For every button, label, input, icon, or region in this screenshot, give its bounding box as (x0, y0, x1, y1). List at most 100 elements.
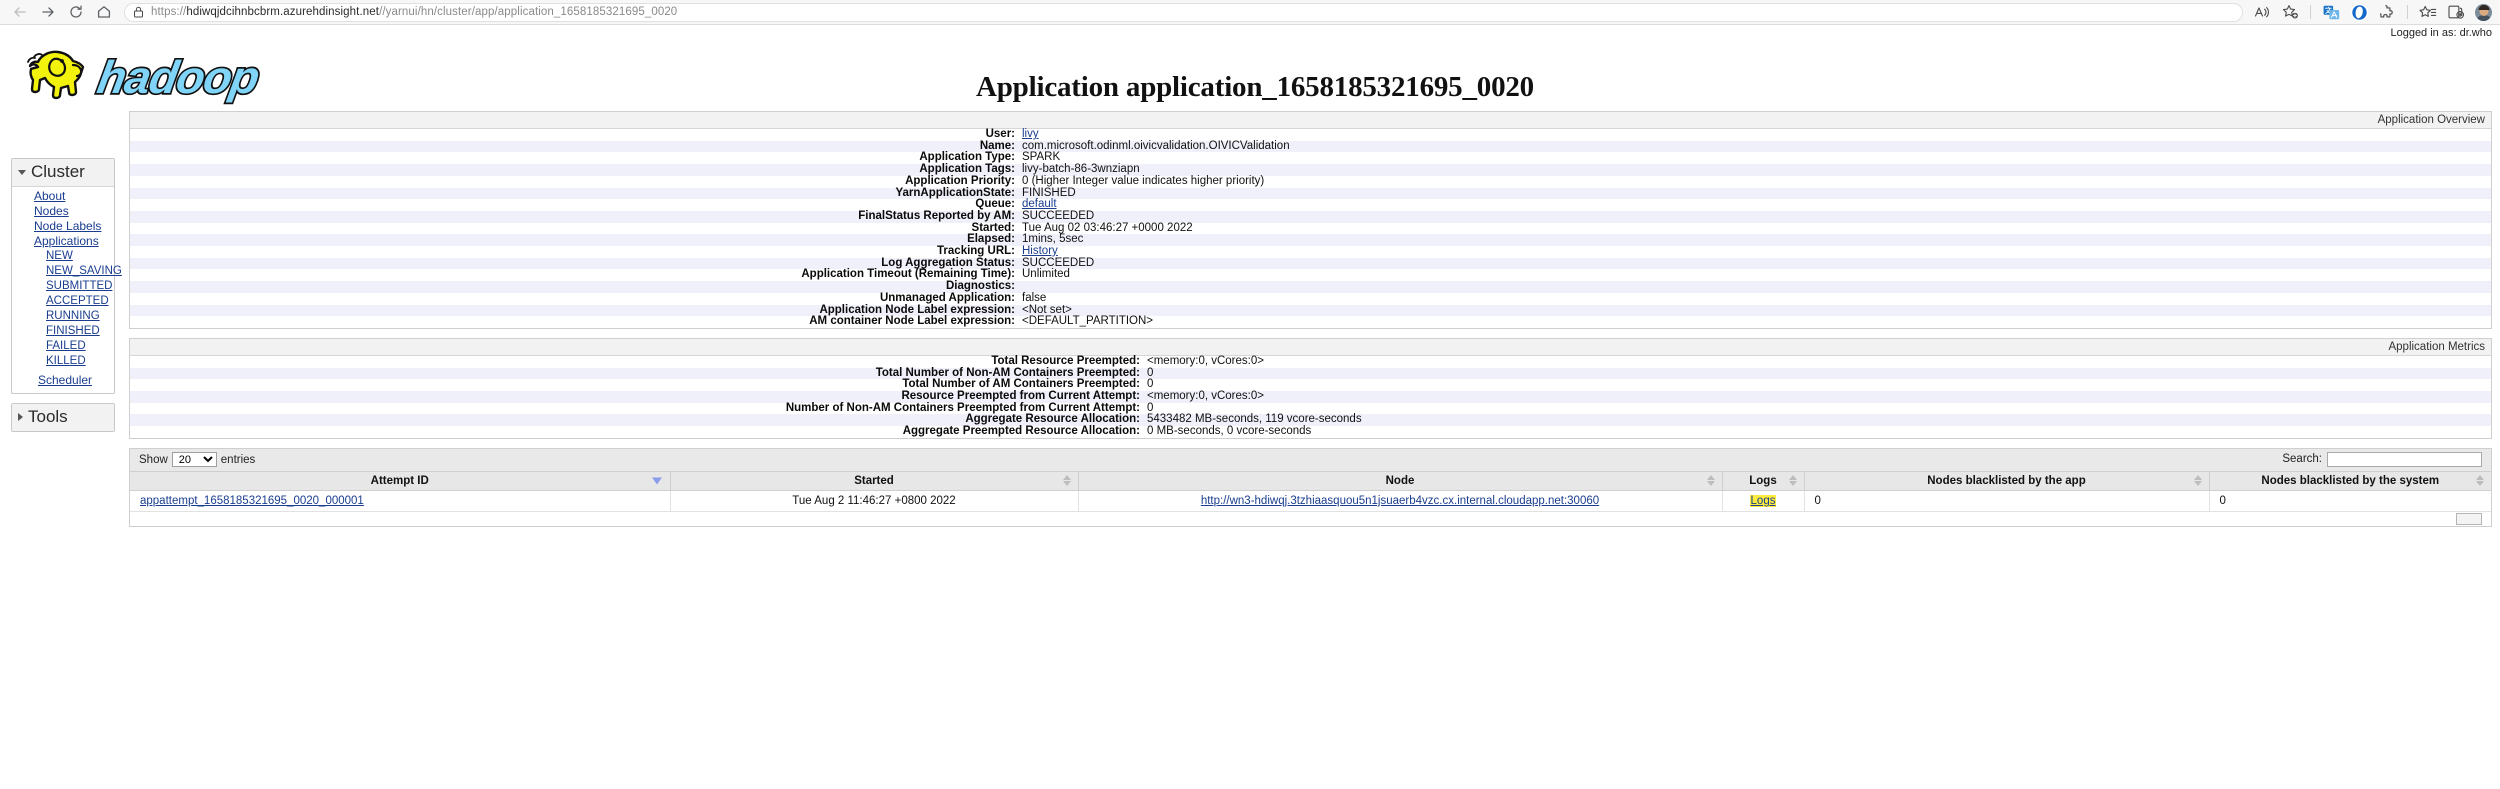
cell-blacklisted-app: 0 (1803, 490, 2209, 512)
row-key: AM container Node Label expression: (809, 315, 1015, 328)
column-header-label: Logs (1749, 474, 1777, 487)
forward-arrow-icon[interactable] (34, 1, 62, 23)
application-metrics-table: Total Resource Preempted: <memory:0, vCor… (130, 354, 2491, 438)
column-header-label: Nodes blacklisted by the system (2261, 474, 2440, 487)
table-row: Application Priority: 0 (Higher Integer v… (130, 174, 2491, 188)
sidebar-item-state-killed[interactable]: KILLED (12, 354, 114, 369)
add-favorite-star-icon[interactable] (2277, 1, 2303, 23)
table-row: AM container Node Label expression: <DEFA… (130, 316, 2491, 328)
table-row: Queue: default (130, 198, 2491, 211)
row-value: SPARK (1022, 151, 1061, 164)
chevron-down-icon (18, 169, 26, 175)
cluster-panel-body: About Nodes Node Labels Applications NEW… (12, 187, 122, 393)
favorites-list-icon[interactable] (2415, 1, 2441, 23)
table-row: Unmanaged Application: false (130, 292, 2491, 305)
row-value: FINISHED (1022, 186, 1076, 199)
column-header-label: Attempt ID (370, 474, 429, 487)
datatable-footer (130, 511, 2491, 526)
sidebar-item-about[interactable]: About (12, 189, 114, 204)
sidebar-item-state-new-saving[interactable]: NEW_SAVING (12, 264, 122, 279)
row-value-link[interactable]: History (1022, 245, 1058, 257)
table-row: Resource Preempted from Current Attempt:… (130, 390, 2491, 403)
row-value: 0 (Higher Integer value indicates higher… (1022, 174, 1265, 187)
column-header[interactable]: Attempt ID (130, 470, 670, 491)
reload-icon[interactable] (62, 1, 90, 23)
row-key: Aggregate Preempted Resource Allocation: (902, 425, 1140, 438)
entries-label: entries (220, 453, 256, 466)
row-key: Elapsed: (967, 233, 1015, 246)
attempt-id-link[interactable]: appattempt_1658185321695_0020_000001 (140, 495, 364, 507)
collections-add-icon[interactable] (2443, 1, 2469, 23)
row-key: Tracking URL: (937, 245, 1015, 258)
row-key: Started: (971, 221, 1015, 234)
search-input[interactable] (2327, 451, 2482, 467)
node-link[interactable]: http://wn3-hdiwqj.3tzhiaasquou5n1jsuaerb… (1201, 495, 1599, 507)
application-metrics-caption: Application Metrics (130, 338, 2491, 356)
table-row: Elapsed: 1mins, 5sec (130, 233, 2491, 247)
sort-both-icon (1062, 475, 1072, 487)
address-bar[interactable]: https://hdiwqjdcihnbcbrm.azurehdinsight.… (124, 2, 2243, 22)
row-value: Tue Aug 02 03:46:27 +0000 2022 (1022, 221, 1193, 234)
row-value-link[interactable]: livy (1022, 128, 1039, 140)
logged-in-label: Logged in as: dr.who (2390, 27, 2492, 39)
sidebar-item-applications[interactable]: Applications (12, 234, 114, 249)
sidebar-item-state-new[interactable]: NEW (12, 249, 114, 264)
pagination-control[interactable] (2456, 512, 2482, 525)
sort-both-icon (2193, 475, 2203, 487)
cluster-panel-title: Cluster (31, 162, 85, 181)
toolbar-divider-2 (2407, 5, 2408, 19)
attempts-table: Attempt ID Started Node Logs Nodes blacklist… (130, 470, 2491, 512)
sort-both-icon (2476, 475, 2485, 487)
page-length-select[interactable]: 20406080100 (171, 452, 217, 468)
row-value: <Not set> (1022, 303, 1072, 316)
column-header[interactable]: Nodes blacklisted by the system (2208, 470, 2491, 491)
browser-essentials-icon[interactable] (2346, 1, 2372, 23)
row-key: Application Tags: (919, 163, 1015, 176)
cluster-panel-header[interactable]: Cluster (12, 159, 114, 187)
read-aloud-icon[interactable] (2249, 1, 2275, 23)
logs-link[interactable]: Logs (1749, 494, 1777, 507)
row-value: Unlimited (1022, 268, 1070, 281)
sidebar-item-scheduler[interactable]: Scheduler (12, 373, 114, 388)
column-header[interactable]: Nodes blacklisted by the app (1803, 470, 2209, 491)
back-arrow-icon[interactable] (6, 1, 34, 23)
column-header[interactable]: Node (1077, 470, 1722, 491)
page-length-control: Show 20406080100 entries (139, 452, 256, 468)
row-value-link[interactable]: default (1022, 198, 1057, 210)
tools-panel-title: Tools (28, 407, 68, 426)
browser-actions (2249, 1, 2494, 23)
sidebar-item-state-submitted[interactable]: SUBMITTED (12, 279, 114, 294)
sidebar-item-state-failed[interactable]: FAILED (12, 339, 114, 354)
row-value: 0 (1147, 366, 1154, 379)
row-value: <memory:0, vCores:0> (1147, 354, 1264, 367)
cell-blacklisted-system: 0 (2208, 490, 2491, 512)
row-key: Resource Preempted from Current Attempt: (901, 390, 1140, 403)
sidebar-item-state-running[interactable]: RUNNING (12, 309, 114, 324)
home-icon[interactable] (90, 1, 118, 23)
tools-panel: Tools (11, 403, 115, 432)
row-key: Application Timeout (Remaining Time): (801, 268, 1015, 281)
table-row: Name: com.microsoft.odinml.oivicvalidatio… (130, 140, 2491, 153)
table-row: Application Type: SPARK (130, 152, 2491, 164)
sidebar-item-state-finished[interactable]: FINISHED (12, 324, 114, 339)
row-key: YarnApplicationState: (895, 186, 1016, 199)
table-row: appattempt_1658185321695_0020_000001 Tue … (130, 490, 2491, 512)
datatable-controls: Show 20406080100 entries Search: (130, 448, 2491, 471)
table-row: Log Aggregation Status: SUCCEEDED (130, 257, 2491, 270)
translate-icon[interactable] (2318, 1, 2344, 23)
row-key: Application Type: (919, 151, 1015, 164)
row-value: <memory:0, vCores:0> (1147, 390, 1264, 403)
sidebar-item-nodes[interactable]: Nodes (12, 204, 114, 219)
profile-avatar[interactable] (2475, 3, 2492, 21)
tools-panel-header[interactable]: Tools (12, 404, 114, 431)
row-value: livy (1020, 128, 2491, 141)
column-header[interactable]: Started (669, 470, 1078, 491)
sidebar-item-state-accepted[interactable]: ACCEPTED (12, 294, 114, 309)
column-header[interactable]: Logs (1721, 470, 1804, 491)
row-key: Total Resource Preempted: (991, 354, 1140, 367)
sidebar-item-node-labels[interactable]: Node Labels (12, 219, 114, 234)
extensions-puzzle-icon[interactable] (2374, 1, 2400, 23)
application-attempts-section: Show 20406080100 entries Search: Attempt… (129, 447, 2492, 527)
row-value: History (1020, 245, 2491, 258)
cell-node: http://wn3-hdiwqj.3tzhiaasquou5n1jsuaerb… (1077, 490, 1722, 512)
